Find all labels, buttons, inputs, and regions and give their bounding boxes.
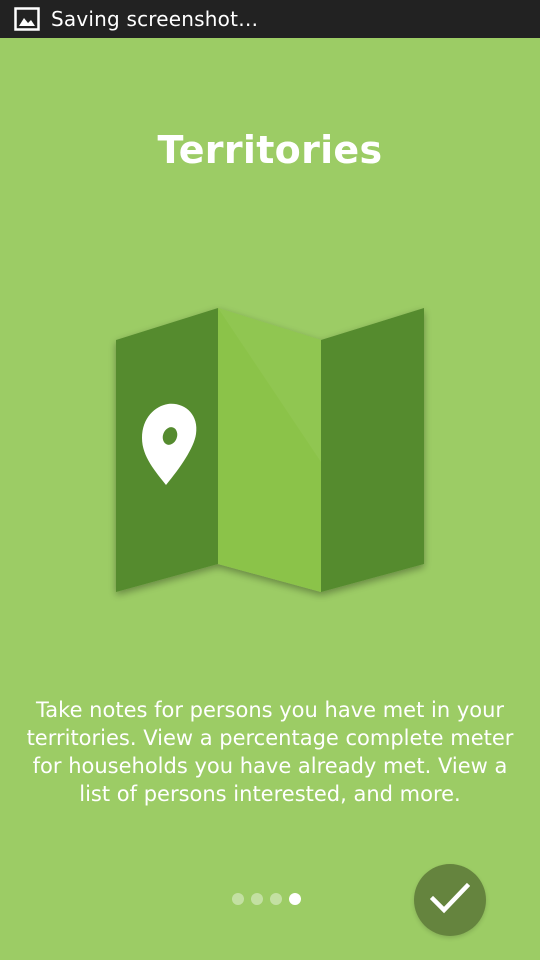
done-button[interactable] bbox=[414, 864, 486, 936]
folded-map-with-location-pin-icon bbox=[100, 292, 440, 612]
status-bar: Saving screenshot… bbox=[0, 0, 540, 38]
page-dot-4-active[interactable] bbox=[289, 893, 301, 905]
page-dot-1[interactable] bbox=[232, 893, 244, 905]
page-indicator bbox=[232, 893, 301, 905]
image-icon bbox=[14, 6, 40, 32]
page-dot-3[interactable] bbox=[270, 893, 282, 905]
checkmark-icon bbox=[429, 881, 471, 919]
slide-description: Take notes for persons you have met in y… bbox=[26, 698, 514, 806]
status-text: Saving screenshot… bbox=[51, 7, 259, 31]
page-dot-2[interactable] bbox=[251, 893, 263, 905]
slide-title: Territories bbox=[157, 128, 383, 172]
